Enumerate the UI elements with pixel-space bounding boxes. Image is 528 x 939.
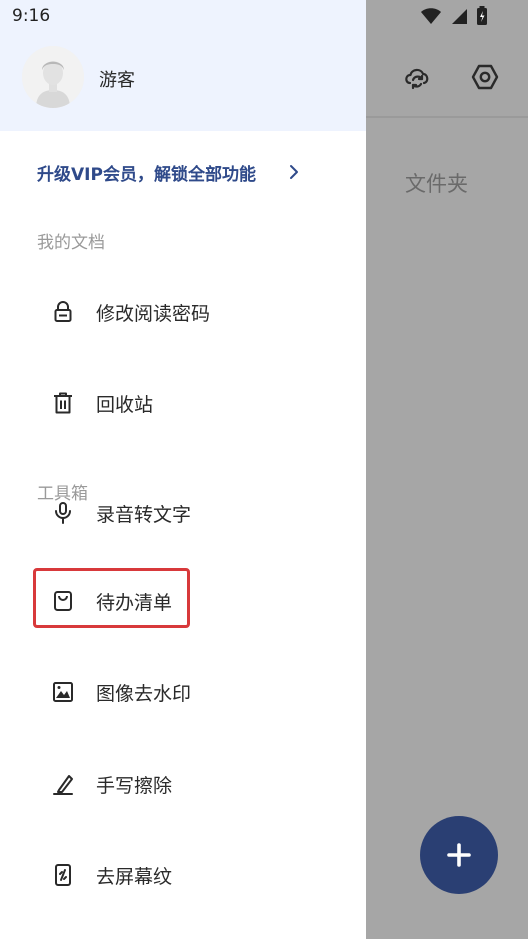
- cloud-sync-icon[interactable]: [400, 60, 434, 94]
- plus-icon: [447, 843, 471, 867]
- vip-upgrade-link[interactable]: 升级VIP会员，解锁全部功能: [37, 160, 256, 185]
- wifi-icon: [421, 8, 441, 24]
- eraser-icon: [50, 771, 76, 797]
- menu-item-handwriting-erase[interactable]: 手写擦除: [50, 762, 350, 806]
- avatar[interactable]: [22, 46, 84, 108]
- menu-label: 回收站: [96, 393, 154, 416]
- menu-item-audio-to-text[interactable]: 录音转文字: [50, 491, 350, 535]
- menu-item-watermark-removal[interactable]: 图像去水印: [50, 670, 350, 714]
- menu-label: 手写擦除: [96, 774, 173, 797]
- menu-label: 修改阅读密码: [96, 302, 211, 325]
- bag-icon: [50, 588, 76, 614]
- menu-item-todo-list[interactable]: 待办清单: [50, 579, 350, 623]
- user-name[interactable]: 游客: [99, 66, 135, 92]
- menu-label: 图像去水印: [96, 682, 192, 705]
- menu-item-change-password[interactable]: 修改阅读密码: [50, 290, 350, 334]
- menu-label: 录音转文字: [96, 503, 192, 526]
- add-button[interactable]: [420, 816, 498, 894]
- chevron-right-icon: [287, 162, 301, 186]
- microphone-icon: [50, 500, 76, 526]
- battery-icon: [477, 6, 487, 25]
- menu-item-moire-removal[interactable]: 去屏幕纹: [50, 853, 350, 897]
- menu-label: 待办清单: [96, 591, 173, 614]
- menu-label: 去屏幕纹: [96, 865, 173, 888]
- user-avatar-icon: [22, 46, 84, 108]
- screen-pattern-icon: [50, 862, 76, 888]
- settings-icon[interactable]: [468, 60, 502, 94]
- status-icons: [420, 6, 488, 26]
- lock-icon: [50, 299, 76, 325]
- folder-label[interactable]: 文件夹: [405, 168, 468, 198]
- section-my-documents: 我的文档: [37, 233, 105, 253]
- background-divider: [366, 116, 528, 118]
- status-bar: 9:16: [0, 0, 528, 34]
- image-icon: [50, 679, 76, 705]
- navigation-drawer: 游客 升级VIP会员，解锁全部功能 我的文档 修改阅读密码 回收站 工具箱 录音…: [0, 0, 366, 939]
- status-time: 9:16: [12, 6, 51, 26]
- trash-icon: [50, 390, 76, 416]
- signal-icon: [452, 9, 467, 24]
- menu-item-recycle-bin[interactable]: 回收站: [50, 381, 350, 425]
